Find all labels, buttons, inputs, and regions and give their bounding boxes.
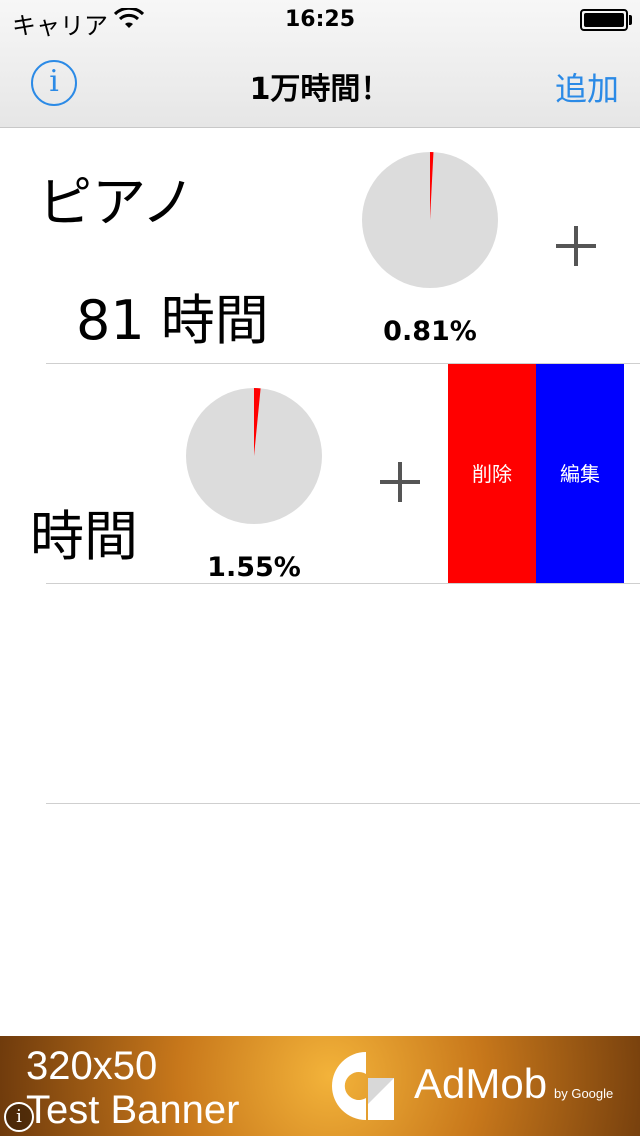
hours-unit: 時間: [160, 289, 269, 348]
ad-size-label: 320x50: [26, 1044, 158, 1088]
battery-tip: [629, 15, 632, 25]
status-bar: キャリア 16:25: [0, 0, 640, 40]
activity-hours: 時間: [14, 492, 138, 571]
hours-unit: 時間: [30, 505, 138, 568]
progress-pie-chart: [186, 388, 322, 524]
row-separator: [46, 583, 640, 584]
ad-label: Test Banner: [26, 1088, 240, 1132]
activity-row[interactable]: 時間 1.55% 削除 編集: [0, 364, 640, 584]
status-time: 16:25: [284, 7, 356, 32]
activity-row[interactable]: ピアノ 81 時間 0.81%: [0, 128, 640, 348]
plus-icon[interactable]: [380, 462, 420, 502]
activity-row-content: ピアノ 81 時間 0.81%: [0, 128, 640, 348]
battery-icon: [580, 9, 628, 31]
progress-pie-chart: [362, 152, 498, 288]
edit-button[interactable]: 編集: [536, 364, 624, 584]
activity-hours: 81 時間: [76, 276, 269, 348]
progress-percent: 0.81%: [383, 316, 477, 347]
plus-icon[interactable]: [556, 226, 596, 266]
page-title: 1万時間！: [249, 72, 391, 107]
activity-row-content: 時間 1.55%: [0, 364, 464, 584]
hours-value: 81: [76, 289, 145, 348]
delete-button[interactable]: 削除: [448, 364, 536, 584]
ad-banner[interactable]: 320x50 Test Banner AdMob by Google i: [0, 1036, 640, 1136]
add-button[interactable]: 追加: [555, 64, 619, 110]
activity-name: ピアノ: [38, 171, 196, 234]
admob-brand: AdMob: [414, 1060, 548, 1107]
battery-level: [584, 13, 624, 27]
row-separator: [46, 803, 640, 804]
admob-logo-icon: [332, 1052, 394, 1120]
navigation-header: キャリア 16:25 i 1万時間！ 追加: [0, 0, 640, 128]
ad-info-icon[interactable]: i: [4, 1102, 34, 1132]
progress-percent: 1.55%: [207, 552, 301, 583]
admob-byline: by Google: [554, 1086, 614, 1101]
